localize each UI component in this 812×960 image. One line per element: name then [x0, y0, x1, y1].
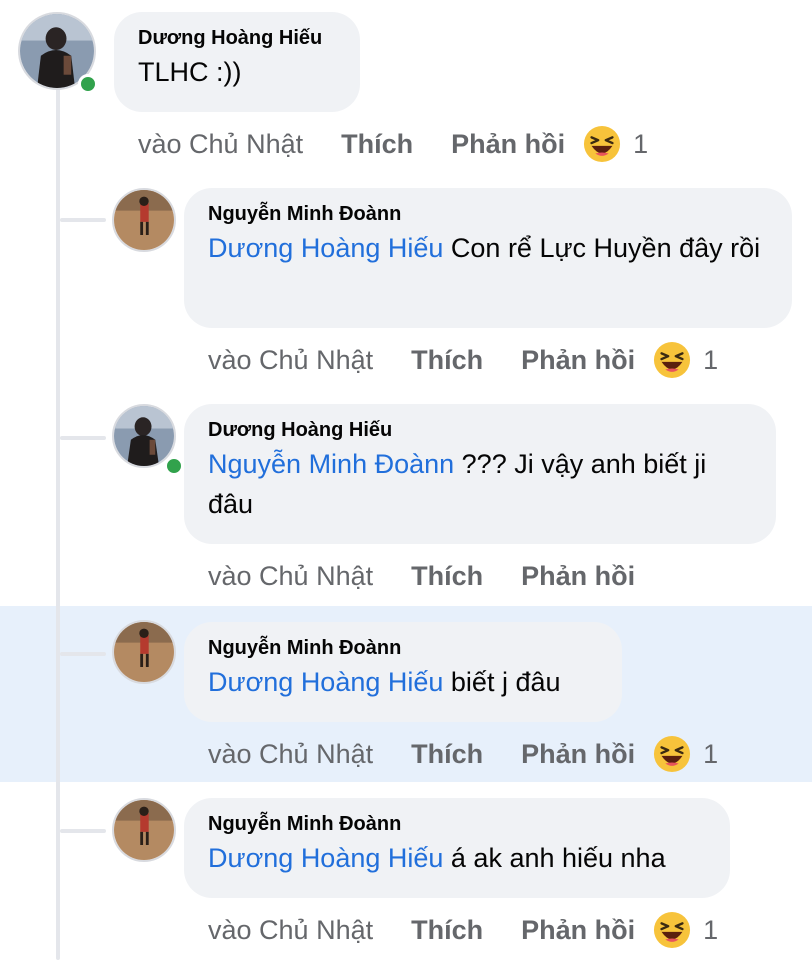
- laughing-emoji-icon: [654, 911, 691, 949]
- comment-actions: vào Chủ Nhật Thích Phản hồi 1: [208, 910, 718, 950]
- reaction-count: 1: [703, 344, 719, 375]
- comment-author[interactable]: Dương Hoàng Hiếu: [138, 24, 336, 52]
- reply-button[interactable]: Phản hồi: [521, 915, 635, 946]
- comment-bubble[interactable]: Nguyễn Minh Đoànn Dương Hoàng Hiếu á ak …: [184, 798, 730, 898]
- reply-button[interactable]: Phản hồi: [451, 129, 565, 160]
- comment-actions: vào Chủ Nhật Thích Phản hồi 1: [208, 734, 718, 774]
- comment-author[interactable]: Nguyễn Minh Đoànn: [208, 810, 706, 838]
- comment-actions: vào Chủ Nhật Thích Phản hồi 1: [138, 124, 648, 164]
- reaction-summary[interactable]: 1: [653, 735, 718, 773]
- laughing-emoji-icon: [584, 125, 621, 163]
- comment-bubble[interactable]: Nguyễn Minh Đoànn Dương Hoàng Hiếu Con r…: [184, 188, 792, 328]
- like-button[interactable]: Thích: [411, 739, 483, 770]
- comment-time[interactable]: vào Chủ Nhật: [208, 739, 373, 770]
- reply-button[interactable]: Phản hồi: [521, 739, 635, 770]
- avatar[interactable]: [112, 188, 176, 252]
- like-button[interactable]: Thích: [341, 129, 413, 160]
- comment-author[interactable]: Dương Hoàng Hiếu: [208, 416, 752, 444]
- online-status-dot: [78, 74, 98, 94]
- comment-bubble[interactable]: Dương Hoàng Hiếu Nguyễn Minh Đoànn ??? J…: [184, 404, 776, 544]
- comment-text: TLHC :)): [138, 57, 242, 87]
- reply-button[interactable]: Phản hồi: [521, 561, 635, 592]
- comment-bubble[interactable]: Nguyễn Minh Đoànn Dương Hoàng Hiếu biết …: [184, 622, 622, 722]
- mention-link[interactable]: Dương Hoàng Hiếu: [208, 233, 443, 263]
- reaction-summary[interactable]: 1: [653, 911, 718, 949]
- reaction-count: 1: [633, 128, 649, 159]
- thread-branch-line: [60, 218, 106, 222]
- thread-branch-line: [60, 652, 106, 656]
- laughing-emoji-icon: [654, 341, 691, 379]
- reaction-count: 1: [703, 738, 719, 769]
- thread-branch-line: [60, 436, 106, 440]
- reaction-summary[interactable]: 1: [583, 125, 648, 163]
- mention-link[interactable]: Dương Hoàng Hiếu: [208, 843, 443, 873]
- comment-actions: vào Chủ Nhật Thích Phản hồi 1: [208, 340, 718, 380]
- avatar[interactable]: [112, 798, 176, 862]
- reaction-count: 1: [703, 914, 719, 945]
- reply-button[interactable]: Phản hồi: [521, 345, 635, 376]
- comment-text: Con rể Lực Huyền đây rồi: [443, 233, 761, 263]
- comment-time[interactable]: vào Chủ Nhật: [208, 345, 373, 376]
- like-button[interactable]: Thích: [411, 915, 483, 946]
- comment-text: á ak anh hiếu nha: [443, 843, 666, 873]
- comment-author[interactable]: Nguyễn Minh Đoànn: [208, 200, 768, 228]
- comment-bubble[interactable]: Dương Hoàng Hiếu TLHC :)): [114, 12, 360, 112]
- like-button[interactable]: Thích: [411, 561, 483, 592]
- like-button[interactable]: Thích: [411, 345, 483, 376]
- avatar[interactable]: [112, 620, 176, 684]
- mention-link[interactable]: Dương Hoàng Hiếu: [208, 667, 443, 697]
- thread-branch-line: [60, 829, 106, 833]
- comment-thread: Dương Hoàng Hiếu TLHC :)) vào Chủ Nhật T…: [0, 0, 812, 960]
- laughing-emoji-icon: [654, 735, 691, 773]
- reaction-summary[interactable]: 1: [653, 341, 718, 379]
- comment-time[interactable]: vào Chủ Nhật: [208, 915, 373, 946]
- comment-text: biết j đâu: [443, 667, 561, 697]
- comment-author[interactable]: Nguyễn Minh Đoànn: [208, 634, 598, 662]
- comment-time[interactable]: vào Chủ Nhật: [208, 561, 373, 592]
- online-status-dot: [164, 456, 184, 476]
- comment-time[interactable]: vào Chủ Nhật: [138, 129, 303, 160]
- comment-actions: vào Chủ Nhật Thích Phản hồi: [208, 556, 653, 596]
- mention-link[interactable]: Nguyễn Minh Đoànn: [208, 449, 454, 479]
